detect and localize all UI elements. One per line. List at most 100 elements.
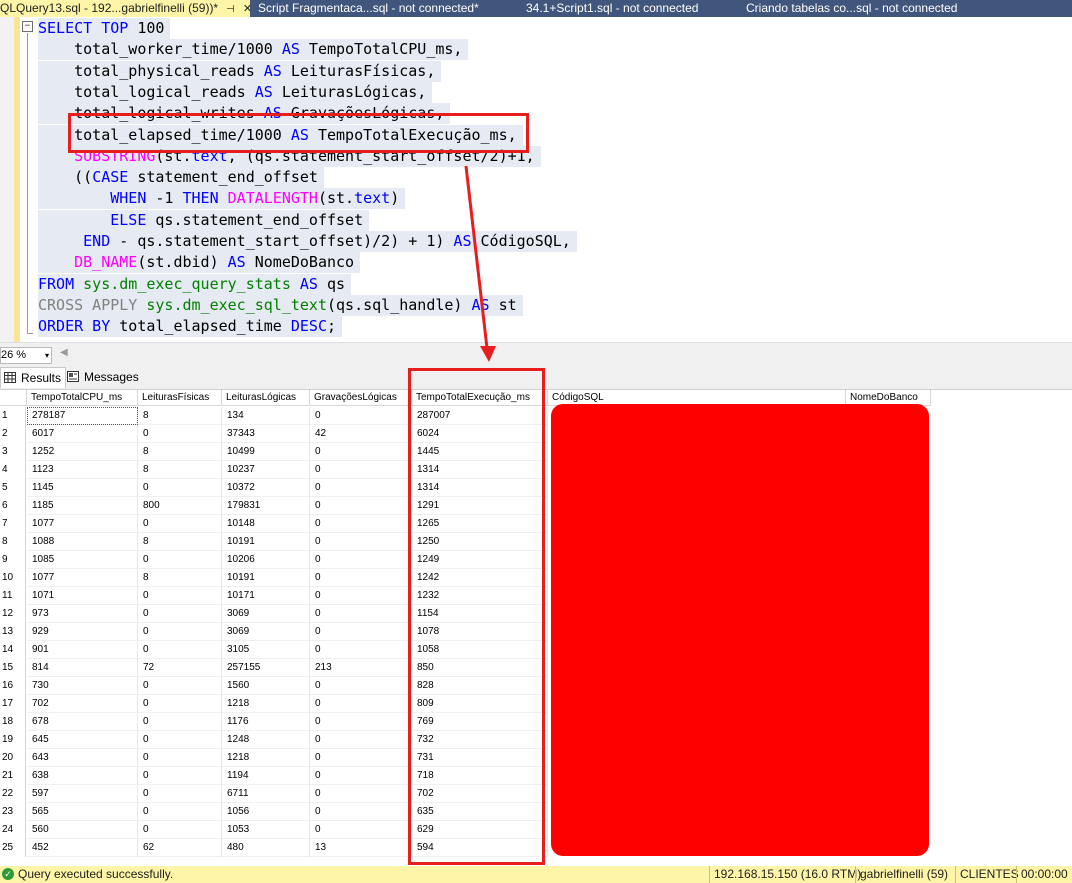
row-number[interactable]: 21: [0, 767, 26, 785]
grid-cell[interactable]: 1252: [27, 443, 138, 461]
row-number[interactable]: 24: [0, 821, 26, 839]
grid-cell[interactable]: 0: [138, 695, 222, 713]
grid-cell[interactable]: 0: [310, 407, 412, 425]
grid-cell[interactable]: 0: [310, 677, 412, 695]
row-number[interactable]: 17: [0, 695, 26, 713]
grid-cell[interactable]: 678: [27, 713, 138, 731]
grid-cell[interactable]: 1123: [27, 461, 138, 479]
grid-cell[interactable]: 0: [310, 713, 412, 731]
row-number[interactable]: 7: [0, 515, 26, 533]
grid-cell[interactable]: 13: [310, 839, 412, 857]
row-number[interactable]: 12: [0, 605, 26, 623]
grid-cell[interactable]: 0: [138, 641, 222, 659]
grid-cell[interactable]: 0: [310, 785, 412, 803]
grid-cell[interactable]: 10206: [222, 551, 310, 569]
row-number[interactable]: 8: [0, 533, 26, 551]
grid-cell[interactable]: 0: [138, 713, 222, 731]
tab-messages[interactable]: Messages: [64, 367, 143, 387]
grid-cell[interactable]: 0: [138, 425, 222, 443]
code-line[interactable]: SELECT TOP 100: [38, 18, 171, 39]
grid-cell[interactable]: 0: [138, 803, 222, 821]
grid-cell[interactable]: 0: [138, 623, 222, 641]
grid-cell[interactable]: 643: [27, 749, 138, 767]
tab-script1[interactable]: 34.1+Script1.sql - not connected: [526, 0, 726, 17]
grid-cell[interactable]: 901: [27, 641, 138, 659]
code-line[interactable]: FROM sys.dm_exec_query_stats AS qs: [38, 273, 352, 295]
tab-script-fragmentacao[interactable]: Script Fragmentaca...sql - not connected…: [258, 0, 498, 17]
row-number[interactable]: 11: [0, 587, 26, 605]
grid-cell[interactable]: 1194: [222, 767, 310, 785]
grid-cell[interactable]: 0: [310, 551, 412, 569]
row-number[interactable]: 5: [0, 479, 26, 497]
grid-cell[interactable]: 1085: [27, 551, 138, 569]
grid-cell[interactable]: 1185: [27, 497, 138, 515]
row-number[interactable]: 18: [0, 713, 26, 731]
grid-cell[interactable]: 0: [310, 443, 412, 461]
row-number[interactable]: 19: [0, 731, 26, 749]
row-number[interactable]: 15: [0, 659, 26, 677]
grid-cell[interactable]: 0: [310, 623, 412, 641]
grid-cell[interactable]: 0: [138, 731, 222, 749]
row-number[interactable]: 14: [0, 641, 26, 659]
row-number[interactable]: 2: [0, 425, 26, 443]
grid-cell[interactable]: 10171: [222, 587, 310, 605]
grid-cell[interactable]: 597: [27, 785, 138, 803]
grid-cell[interactable]: 134: [222, 407, 310, 425]
row-number[interactable]: 1: [0, 407, 26, 425]
grid-cell[interactable]: 3105: [222, 641, 310, 659]
grid-cell[interactable]: 3069: [222, 605, 310, 623]
grid-cell[interactable]: 0: [310, 767, 412, 785]
grid-cell[interactable]: 0: [310, 587, 412, 605]
col-header-tempo-total-cpu[interactable]: TempoTotalCPU_ms: [27, 390, 138, 406]
grid-cell[interactable]: 0: [138, 605, 222, 623]
grid-cell[interactable]: 929: [27, 623, 138, 641]
grid-cell[interactable]: 0: [310, 605, 412, 623]
col-header-gravacoes-logicas[interactable]: GravaçõesLógicas: [310, 390, 412, 406]
grid-cell[interactable]: 10237: [222, 461, 310, 479]
grid-cell[interactable]: 1560: [222, 677, 310, 695]
grid-cell[interactable]: 1176: [222, 713, 310, 731]
row-number[interactable]: 16: [0, 677, 26, 695]
grid-cell[interactable]: 179831: [222, 497, 310, 515]
grid-cell[interactable]: 0: [310, 731, 412, 749]
collapse-icon[interactable]: −: [22, 21, 33, 32]
grid-cell[interactable]: 1145: [27, 479, 138, 497]
grid-cell[interactable]: 0: [310, 749, 412, 767]
grid-cell[interactable]: 10191: [222, 569, 310, 587]
grid-cell[interactable]: 0: [138, 479, 222, 497]
row-number[interactable]: 22: [0, 785, 26, 803]
row-number[interactable]: 4: [0, 461, 26, 479]
col-header-leituras-logicas[interactable]: LeiturasLógicas: [222, 390, 310, 406]
code-line[interactable]: DB_NAME(st.dbid) AS NomeDoBanco: [38, 252, 361, 274]
grid-cell[interactable]: 8: [138, 407, 222, 425]
grid-cell[interactable]: 10499: [222, 443, 310, 461]
grid-cell[interactable]: 730: [27, 677, 138, 695]
grid-cell[interactable]: 8: [138, 569, 222, 587]
grid-cell[interactable]: 37343: [222, 425, 310, 443]
row-number[interactable]: 9: [0, 551, 26, 569]
row-number[interactable]: 6: [0, 497, 26, 515]
grid-cell[interactable]: 257155: [222, 659, 310, 677]
grid-cell[interactable]: 565: [27, 803, 138, 821]
grid-cell[interactable]: 8: [138, 461, 222, 479]
grid-cell[interactable]: 213: [310, 659, 412, 677]
grid-cell[interactable]: 0: [310, 497, 412, 515]
grid-cell[interactable]: 1218: [222, 749, 310, 767]
query-editor[interactable]: − SELECT TOP 100 total_worker_time/1000 …: [0, 17, 1072, 342]
code-line[interactable]: ORDER BY total_elapsed_time DESC;: [38, 316, 343, 338]
close-icon[interactable]: ✕: [243, 3, 250, 15]
grid-cell[interactable]: 645: [27, 731, 138, 749]
grid-cell[interactable]: 8: [138, 533, 222, 551]
grid-cell[interactable]: 0: [138, 785, 222, 803]
grid-cell[interactable]: 10191: [222, 533, 310, 551]
grid-cell[interactable]: 1077: [27, 569, 138, 587]
row-number[interactable]: 3: [0, 443, 26, 461]
grid-cell[interactable]: 72: [138, 659, 222, 677]
grid-cell[interactable]: 0: [310, 515, 412, 533]
grid-cell[interactable]: 0: [310, 821, 412, 839]
grid-cell[interactable]: 0: [138, 551, 222, 569]
code-line[interactable]: WHEN -1 THEN DATALENGTH(st.text): [38, 188, 406, 210]
row-number[interactable]: 23: [0, 803, 26, 821]
row-number[interactable]: 20: [0, 749, 26, 767]
grid-cell[interactable]: 0: [138, 821, 222, 839]
